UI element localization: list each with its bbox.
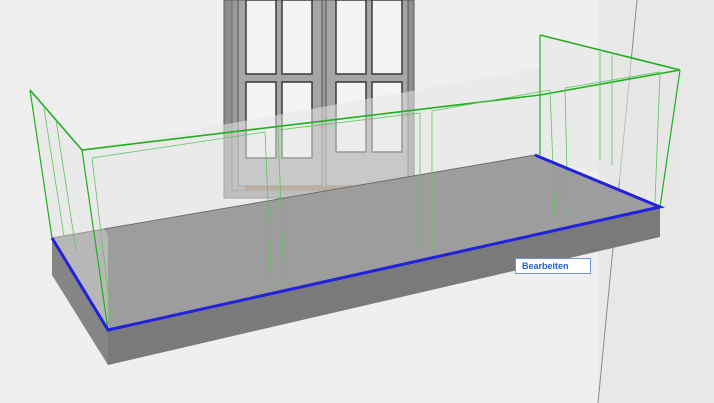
3d-viewport[interactable]: Bearbeiten [0,0,714,403]
balcony-scene[interactable] [0,0,714,403]
edit-tooltip[interactable]: Bearbeiten [515,258,591,274]
